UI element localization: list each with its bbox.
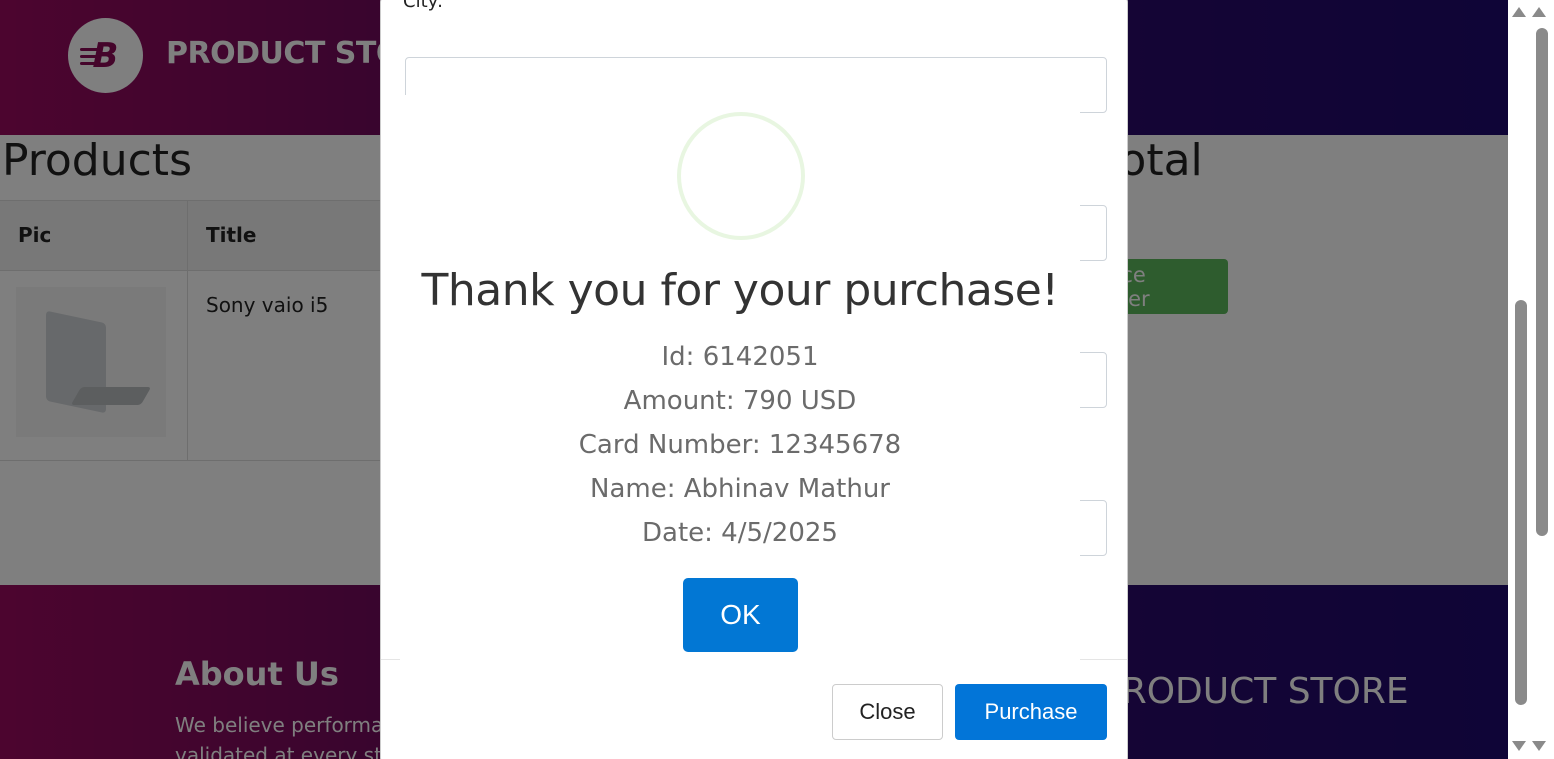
city-label: City:: [403, 0, 444, 12]
modal-scroll-up-icon[interactable]: [1512, 7, 1526, 17]
ok-button[interactable]: OK: [683, 578, 798, 652]
purchase-confirmation-alert: Thank you for your purchase! Id: 6142051…: [400, 95, 1080, 660]
modal-footer: Close Purchase: [381, 659, 1127, 759]
alert-details: Id: 6142051 Amount: 790 USD Card Number:…: [400, 335, 1080, 555]
modal-scroll-down-icon[interactable]: [1512, 741, 1526, 751]
order-id: Id: 6142051: [661, 342, 819, 372]
order-date: Date: 4/5/2025: [642, 518, 838, 548]
page-scroll-down-icon[interactable]: [1532, 741, 1546, 751]
card-number: Card Number: 12345678: [578, 430, 902, 460]
page-scrollbar-thumb[interactable]: [1536, 28, 1548, 536]
alert-title: Thank you for your purchase!: [421, 265, 1059, 316]
order-amount: Amount: 790 USD: [623, 386, 857, 416]
scrollbars: [1508, 0, 1554, 759]
success-check-icon: [677, 112, 805, 240]
modal-scrollbar-thumb[interactable]: [1515, 300, 1527, 705]
customer-name: Name: Abhinav Mathur: [590, 474, 890, 504]
purchase-button[interactable]: Purchase: [955, 684, 1107, 740]
close-button[interactable]: Close: [832, 684, 943, 740]
page-scroll-up-icon[interactable]: [1532, 7, 1546, 17]
